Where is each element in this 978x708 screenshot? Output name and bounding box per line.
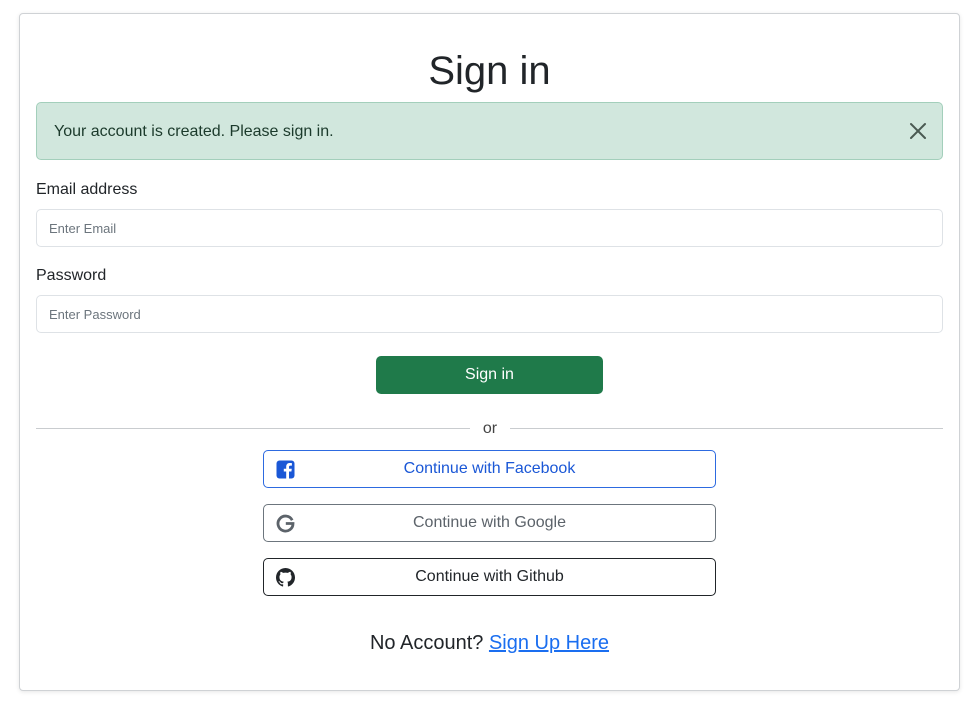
sign-up-link[interactable]: Sign Up Here	[489, 632, 609, 654]
continue-with-facebook-button[interactable]: Continue with Facebook	[263, 450, 716, 488]
facebook-button-label: Continue with Facebook	[403, 460, 576, 477]
close-icon[interactable]	[908, 121, 928, 141]
email-label: Email address	[36, 181, 138, 198]
alert-message: Your account is created. Please sign in.	[54, 123, 334, 140]
divider-line-left	[36, 428, 470, 429]
sign-in-button[interactable]: Sign in	[376, 356, 603, 394]
github-button-label: Continue with Github	[415, 568, 564, 585]
continue-with-google-button[interactable]: Continue with Google	[263, 504, 716, 542]
divider-line-right	[510, 428, 943, 429]
divider-text: or	[482, 420, 498, 437]
sign-up-prompt: No Account? Sign Up Here	[20, 631, 959, 655]
password-label: Password	[36, 267, 107, 284]
no-account-text: No Account?	[369, 632, 484, 654]
continue-with-github-button[interactable]: Continue with Github	[263, 558, 716, 596]
page-title: Sign in	[428, 49, 551, 93]
success-alert: Your account is created. Please sign in.	[36, 102, 943, 160]
password-field[interactable]	[36, 295, 943, 333]
email-field[interactable]	[36, 209, 943, 247]
google-button-label: Continue with Google	[413, 514, 566, 531]
sign-in-card: Sign in Your account is created. Please …	[19, 13, 960, 691]
